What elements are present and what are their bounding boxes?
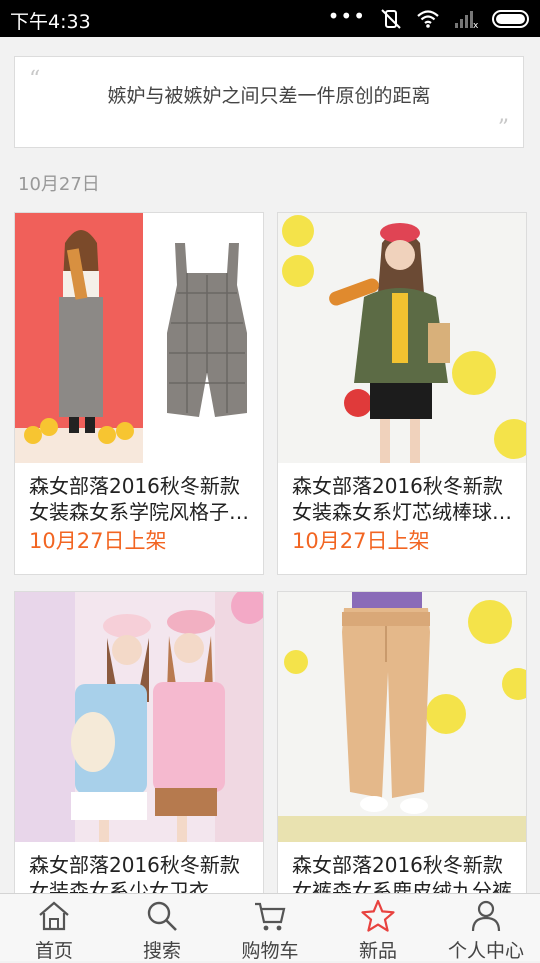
tab-profile[interactable]: 个人中心 [432,894,540,962]
search-icon [147,901,177,931]
tab-new-arrivals[interactable]: 新品 [324,894,432,962]
product-card[interactable]: 森女部落2016秋冬新款女装森女系学院风格子背带裤 10月27日上架 [14,212,264,575]
home-icon [39,901,69,931]
product-image[interactable] [278,592,526,842]
tab-label: 个人中心 [447,940,524,962]
release-date: 10月27日上架 [292,529,430,553]
tab-label: 首页 [34,940,73,962]
tab-label: 购物车 [241,940,299,962]
cellular-signal-icon: x [455,11,478,29]
product-title[interactable]: 森女部落2016秋冬新款女装森女系灯芯绒棒球服外套 [292,473,516,525]
quote-close-mark: ” [497,116,509,141]
release-date: 10月27日上架 [29,529,167,553]
svg-text:x: x [473,21,478,29]
mute-vibrate-icon [381,9,401,29]
more-dots-icon: ••• [327,4,366,28]
bottom-tab-bar: 首页 搜索 购物车 新品 个人中心 [0,893,540,962]
battery-icon [492,10,529,28]
tab-cart[interactable]: 购物车 [216,894,324,962]
tab-home[interactable]: 首页 [0,894,108,962]
star-icon [361,899,395,932]
person-icon [471,900,501,932]
tab-label: 新品 [358,940,397,962]
product-image[interactable] [278,213,526,463]
tab-search[interactable]: 搜索 [108,894,216,962]
date-header: 10月27日 [18,174,100,195]
product-image[interactable] [15,592,263,842]
wifi-icon [417,10,439,28]
quote-text: 嫉妒与被嫉妒之间只差一件原创的距离 [107,85,431,107]
product-image[interactable] [15,213,263,463]
status-time: 下午4:33 [10,11,91,33]
tab-label: 搜索 [142,940,181,962]
product-title[interactable]: 森女部落2016秋冬新款女装森女系学院风格子背带裤 [29,473,253,525]
status-icons: ••• x [328,6,532,32]
status-bar: 下午4:33 ••• x [0,0,540,37]
product-card[interactable]: 森女部落2016秋冬新款女装森女系灯芯绒棒球服外套 10月27日上架 [277,212,527,575]
cart-icon [255,902,286,931]
quote-card: “ 嫉妒与被嫉妒之间只差一件原创的距离 ” [14,56,524,148]
